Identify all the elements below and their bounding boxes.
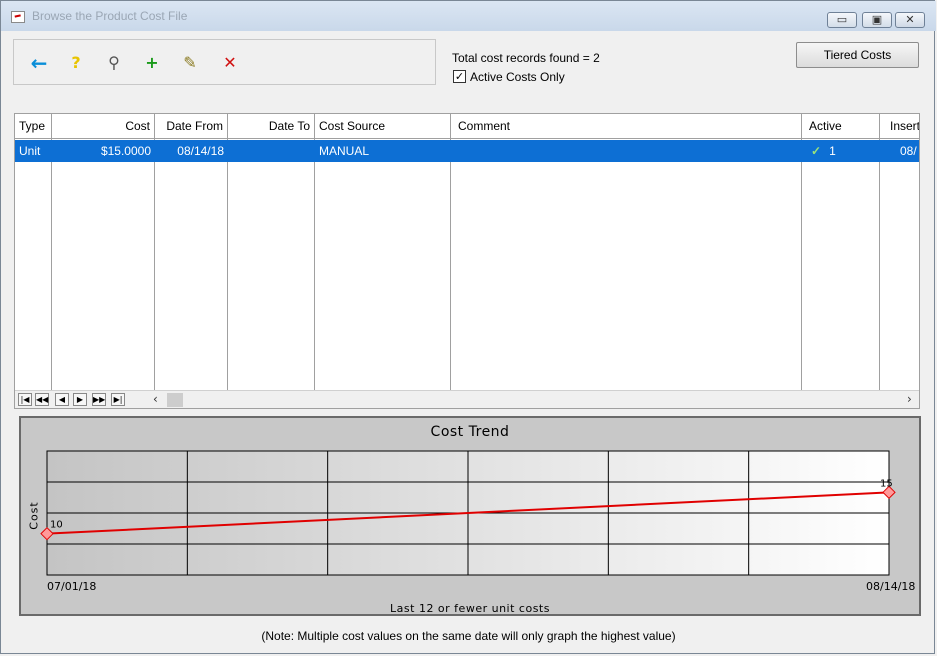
column-divider xyxy=(15,139,52,391)
total-records-text: Total cost records found = 2 xyxy=(452,51,600,65)
previous-page-button[interactable]: ◀◀ xyxy=(35,393,49,406)
maximize-button[interactable]: ▣ xyxy=(862,12,892,28)
checkmark-icon: ✓ xyxy=(811,144,822,158)
column-divider xyxy=(228,139,315,391)
next-page-button[interactable]: ▶▶ xyxy=(92,393,106,406)
column-divider xyxy=(802,139,880,391)
grid-horizontal-scrollbar[interactable]: |◀ ◀◀ ◀ ▶ ▶▶ ▶| ‹ › xyxy=(15,390,919,408)
cell-cost-source[interactable]: MANUAL xyxy=(315,140,451,162)
scroll-right-arrow-icon[interactable]: › xyxy=(907,392,912,406)
cell-date-to[interactable] xyxy=(228,140,315,162)
column-divider xyxy=(155,139,228,391)
help-icon[interactable]: ? xyxy=(66,53,86,73)
graph-note: (Note: Multiple cost values on the same … xyxy=(261,629,676,643)
delete-record-icon[interactable]: ✕ xyxy=(220,53,240,73)
cell-cost[interactable]: $15.0000 xyxy=(52,140,155,162)
add-record-icon[interactable]: + xyxy=(142,53,162,73)
browse-product-cost-window: Browse the Product Cost File ▭ ▣ ✕ ← ? ⚲… xyxy=(0,0,936,654)
active-costs-only-checkbox[interactable]: ✓ xyxy=(453,70,466,83)
column-divider xyxy=(52,139,155,391)
previous-record-button[interactable]: ◀ xyxy=(55,393,69,406)
edit-record-icon[interactable]: ✎ xyxy=(180,53,200,73)
column-header-active[interactable]: Active xyxy=(802,114,880,139)
column-header-comment[interactable]: Comment xyxy=(451,114,802,139)
cell-active-value: 1 xyxy=(829,144,836,158)
x-tick-label: 07/01/18 xyxy=(47,580,97,593)
find-key-icon[interactable]: ⚲ xyxy=(104,53,124,73)
column-header-insert[interactable]: Insert xyxy=(880,114,919,139)
cost-trend-chart: 10 15 Cost Trend Cost 07/01/18 08/14/18 L… xyxy=(19,416,921,616)
app-icon xyxy=(11,11,25,23)
column-header-cost-source[interactable]: Cost Source xyxy=(315,114,451,139)
chart-canvas: 10 15 xyxy=(40,450,896,576)
next-record-button[interactable]: ▶ xyxy=(73,393,87,406)
x-tick-label: 08/14/18 xyxy=(866,580,916,593)
back-arrow-icon[interactable]: ← xyxy=(29,53,49,73)
scroll-left-arrow-icon[interactable]: ‹ xyxy=(153,392,158,406)
data-label: 15 xyxy=(880,478,893,489)
chart-title: Cost Trend xyxy=(430,424,510,440)
toolbar: ← ? ⚲ + ✎ ✕ xyxy=(13,39,436,85)
minimize-button[interactable]: ▭ xyxy=(827,12,857,28)
title-bar[interactable]: Browse the Product Cost File ▭ ▣ ✕ xyxy=(1,1,936,31)
cell-date-from[interactable]: 08/14/18 xyxy=(155,140,228,162)
cell-active[interactable]: ✓ 1 xyxy=(802,140,880,162)
window-title: Browse the Product Cost File xyxy=(32,9,188,23)
active-costs-only-label[interactable]: Active Costs Only xyxy=(470,70,565,84)
data-label: 10 xyxy=(50,520,63,531)
column-header-date-from[interactable]: Date From xyxy=(155,114,228,139)
first-record-button[interactable]: |◀ xyxy=(18,393,32,406)
chart-x-axis-label: Last 12 or fewer unit costs xyxy=(390,602,550,615)
cost-records-grid[interactable]: Type Cost Date From Date To Cost Source … xyxy=(14,113,920,409)
column-divider xyxy=(451,139,802,391)
scroll-thumb[interactable] xyxy=(167,393,183,407)
tiered-costs-button[interactable]: Tiered Costs xyxy=(796,42,919,68)
cell-type[interactable]: Unit xyxy=(15,140,52,162)
chart-y-axis-label: Cost xyxy=(27,501,41,530)
close-button[interactable]: ✕ xyxy=(895,12,925,28)
column-divider xyxy=(315,139,451,391)
cell-insert[interactable]: 08/ xyxy=(880,140,919,162)
column-header-cost[interactable]: Cost xyxy=(52,114,155,139)
cell-comment[interactable] xyxy=(451,140,802,162)
column-header-date-to[interactable]: Date To xyxy=(228,114,315,139)
column-header-type[interactable]: Type xyxy=(15,114,52,139)
last-record-button[interactable]: ▶| xyxy=(111,393,125,406)
